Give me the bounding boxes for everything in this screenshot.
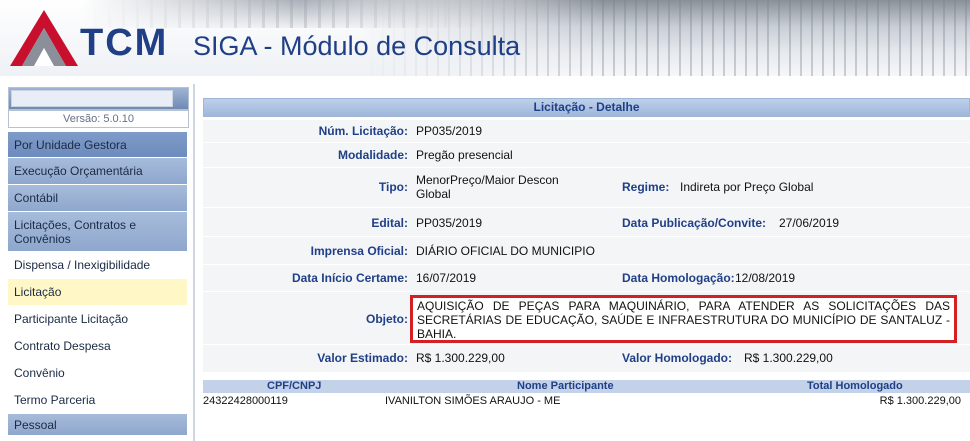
- edital-value: PP035/2019: [416, 216, 483, 230]
- modalidade-label: Modalidade:: [337, 148, 408, 162]
- sidebar: Versão: 5.0.10 Por Unidade Gestora Execu…: [0, 84, 193, 441]
- sidebar-item-label: Convênio: [14, 366, 65, 380]
- imprensa-value: DIÁRIO OFICIAL DO MUNICIPIO: [416, 244, 595, 258]
- sidebar-item-termo-parceria[interactable]: Termo Parceria: [8, 387, 187, 414]
- sidebar-item-label: Licitação: [14, 285, 62, 299]
- sidebar-item-label: Termo Parceria: [14, 393, 96, 407]
- column-header-nome: Nome Participante: [517, 380, 614, 392]
- data-publicacao-value: 27/06/2019: [779, 216, 840, 230]
- table-row[interactable]: 24322428000119 IVANILTON SIMÕES ARAUJO -…: [203, 394, 970, 408]
- sidebar-item-licitacoes-contratos[interactable]: Licitações, Contratos e Convênios: [8, 212, 187, 252]
- sidebar-item-contrato-despesa[interactable]: Contrato Despesa: [8, 333, 187, 360]
- detail-panel: Licitação - Detalhe Núm. Licitação: PP03…: [203, 98, 970, 407]
- tipo-value-line1: MenorPreço/Maior Descon: [416, 173, 559, 187]
- cell-total: R$ 1.300.229,00: [879, 395, 961, 407]
- sidebar-item-pessoal[interactable]: Pessoal: [8, 414, 187, 436]
- sidebar-item-contabil[interactable]: Contábil: [8, 185, 187, 212]
- valor-estimado-label: Valor Estimado:: [317, 351, 408, 365]
- imprensa-label: Imprensa Oficial:: [310, 244, 408, 258]
- sidebar-divider: [193, 84, 195, 441]
- row-valores: Valor Estimado: R$ 1.300.229,00 Valor Ho…: [203, 345, 970, 373]
- objeto-value-highlighted: AQUISIÇÃO DE PEÇAS PARA MAQUINÁRIO, PARA…: [410, 295, 957, 343]
- tipo-value-line2: Global: [416, 187, 451, 201]
- app-header: TCM SIGA - Módulo de Consulta: [0, 0, 970, 76]
- sidebar-item-label: Participante Licitação: [14, 312, 129, 326]
- sidebar-item-convenio[interactable]: Convênio: [8, 360, 187, 387]
- regime-value: Indireta por Preço Global: [680, 180, 814, 194]
- sidebar-item-licitacao[interactable]: Licitação: [8, 279, 187, 306]
- sidebar-item-label: Contábil: [14, 191, 59, 205]
- valor-estimado-value: R$ 1.300.229,00: [416, 351, 505, 365]
- data-homologacao-value: 12/08/2019: [735, 271, 796, 285]
- data-homologacao-label: Data Homologação:: [622, 271, 735, 285]
- sidebar-item-participante-licitacao[interactable]: Participante Licitação: [8, 306, 187, 333]
- edital-label: Edital:: [371, 216, 408, 230]
- column-header-cpf: CPF/CNPJ: [267, 380, 322, 392]
- sidebar-item-label: Pessoal: [14, 417, 57, 432]
- sidebar-menu: Por Unidade Gestora Execução Orçamentári…: [8, 132, 187, 436]
- row-datas: Data Início Certame: 16/07/2019 Data Hom…: [203, 265, 970, 292]
- row-imprensa: Imprensa Oficial: DIÁRIO OFICIAL DO MUNI…: [203, 237, 970, 265]
- brand-name: TCM: [80, 22, 169, 64]
- cell-cpf: 24322428000119: [203, 395, 288, 407]
- objeto-label: Objeto:: [366, 312, 408, 326]
- valor-homologado-value: R$ 1.300.229,00: [744, 351, 833, 365]
- participants-table-header: CPF/CNPJ Nome Participante Total Homolog…: [203, 380, 970, 393]
- cell-nome: IVANILTON SIMÕES ARAUJO - ME: [385, 395, 561, 407]
- tipo-label: Tipo:: [378, 180, 408, 194]
- sidebar-item-dispensa[interactable]: Dispensa / Inexigibilidade: [8, 252, 187, 279]
- row-objeto: Objeto: AQUISIÇÃO DE PEÇAS PARA MAQUINÁR…: [203, 292, 970, 345]
- valor-homologado-label: Valor Homologado:: [622, 351, 733, 365]
- sidebar-item-label: Dispensa / Inexigibilidade: [14, 258, 151, 272]
- num-licitacao-value: PP035/2019: [416, 124, 483, 138]
- num-licitacao-label: Núm. Licitação:: [318, 124, 408, 138]
- data-inicio-label: Data Início Certame:: [291, 271, 408, 285]
- row-num-licitacao: Núm. Licitação: PP035/2019: [203, 120, 970, 143]
- data-inicio-value: 16/07/2019: [416, 271, 477, 285]
- sidebar-item-label: Contrato Despesa: [14, 339, 111, 353]
- modalidade-value: Pregão presencial: [416, 148, 513, 162]
- sidebar-item-label: Por Unidade Gestora: [14, 137, 127, 152]
- row-tipo-regime: Tipo: MenorPreço/Maior Descon Global Reg…: [203, 168, 970, 208]
- sidebar-item-label: Licitações, Contratos e Convênios: [14, 217, 137, 246]
- sidebar-item-execucao-orcamentaria[interactable]: Execução Orçamentária: [8, 158, 187, 185]
- column-header-total: Total Homologado: [807, 380, 903, 392]
- version-label: Versão: 5.0.10: [8, 110, 189, 128]
- detail-title: Licitação - Detalhe: [203, 98, 970, 117]
- regime-label: Regime:: [622, 180, 670, 194]
- sidebar-item-label: Execução Orçamentária: [14, 164, 143, 178]
- app-title: SIGA - Módulo de Consulta: [193, 31, 521, 61]
- data-publicacao-label: Data Publicação/Convite:: [622, 216, 767, 230]
- row-modalidade: Modalidade: Pregão presencial: [203, 143, 970, 168]
- row-edital: Edital: PP035/2019 Data Publicação/Convi…: [203, 208, 970, 237]
- tcm-logo-icon: [10, 10, 78, 66]
- sidebar-item-por-unidade-gestora[interactable]: Por Unidade Gestora: [8, 132, 187, 158]
- sidebar-top-bar: [8, 87, 189, 110]
